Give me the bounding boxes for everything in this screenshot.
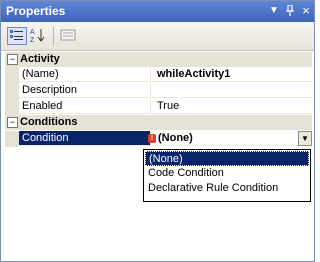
property-pages-icon[interactable]	[59, 27, 79, 45]
category-conditions[interactable]: − Conditions	[5, 115, 312, 130]
condition-combo[interactable]: (None) ▼	[152, 131, 312, 146]
property-value[interactable]: True	[152, 99, 312, 114]
property-grid: − Activity (Name) whileActivity1 Descrip…	[5, 52, 312, 157]
properties-window: Properties ▼ × AZ − Activity (Name) whil…	[0, 0, 315, 262]
category-label: Activity	[20, 53, 60, 65]
property-name: (Name)	[19, 67, 151, 82]
row-gutter	[5, 67, 19, 83]
toolbar: AZ	[1, 22, 314, 51]
property-name: Condition	[19, 131, 151, 146]
svg-text:Z: Z	[30, 37, 35, 43]
collapse-icon[interactable]: −	[7, 54, 18, 65]
property-value[interactable]	[152, 83, 312, 98]
categorized-icon[interactable]	[7, 27, 27, 45]
window-title: Properties	[6, 4, 66, 18]
row-gutter	[5, 99, 19, 115]
svg-text:A: A	[30, 29, 35, 36]
window-position-dropdown-icon[interactable]: ▼	[267, 3, 281, 19]
category-activity[interactable]: − Activity	[5, 52, 312, 67]
property-row-condition[interactable]: Condition ! (None) ▼	[5, 131, 312, 147]
chevron-down-icon[interactable]: ▼	[298, 131, 312, 146]
property-value[interactable]: whileActivity1	[152, 67, 312, 82]
property-row-name[interactable]: (Name) whileActivity1	[5, 67, 312, 83]
toolbar-separator	[53, 27, 54, 45]
close-icon[interactable]: ×	[299, 3, 313, 19]
collapse-icon[interactable]: −	[7, 117, 18, 128]
category-label: Conditions	[20, 116, 78, 128]
property-row-enabled[interactable]: Enabled True	[5, 99, 312, 115]
row-gutter	[5, 131, 19, 147]
property-value: (None)	[158, 132, 193, 144]
alphabetical-icon[interactable]: AZ	[29, 27, 49, 45]
property-name: Description	[19, 83, 151, 98]
property-row-description[interactable]: Description	[5, 83, 312, 99]
condition-dropdown-list: (None) Code Condition Declarative Rule C…	[143, 149, 311, 202]
dropdown-option[interactable]: Declarative Rule Condition	[145, 181, 309, 196]
auto-hide-pin-icon[interactable]	[283, 3, 297, 19]
title-bar: Properties ▼ ×	[1, 1, 314, 22]
dropdown-option[interactable]: (None)	[145, 151, 309, 166]
row-gutter	[5, 83, 19, 99]
dropdown-option[interactable]: Code Condition	[145, 166, 309, 181]
property-name: Enabled	[19, 99, 151, 114]
